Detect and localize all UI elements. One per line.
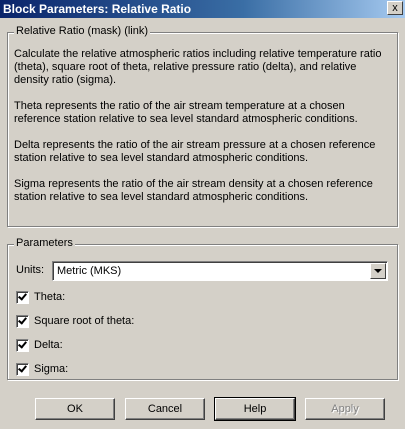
description-paragraph: Sigma represents the ratio of the air st… [14, 178, 373, 203]
description-text: Calculate the relative atmospheric ratio… [14, 48, 390, 217]
sigma-checkbox[interactable] [16, 363, 29, 376]
units-select[interactable]: Metric (MKS) [52, 261, 388, 281]
description-paragraph: Theta represents the ratio of the air st… [14, 100, 358, 125]
apply-button[interactable]: Apply [305, 398, 385, 420]
chevron-down-icon[interactable] [370, 263, 386, 279]
units-label: Units: [16, 264, 45, 276]
window-title: Block Parameters: Relative Ratio [3, 2, 192, 16]
theta-checkbox-label: Theta: [34, 291, 66, 303]
sigma-checkbox-label: Sigma: [34, 363, 69, 375]
help-button[interactable]: Help [214, 397, 296, 421]
sqrt-theta-checkbox-label: Square root of theta: [34, 315, 135, 327]
close-icon[interactable]: x [387, 1, 403, 15]
description-paragraph: Delta represents the ratio of the air st… [14, 139, 376, 164]
delta-checkbox[interactable] [16, 339, 29, 352]
description-group: Relative Ratio (mask) (link) Calculate t… [7, 25, 398, 227]
theta-checkbox[interactable] [16, 291, 29, 304]
cancel-button[interactable]: Cancel [125, 398, 205, 420]
sqrt-theta-checkbox[interactable] [16, 315, 29, 328]
parameters-group: Parameters Units: Metric (MKS) Theta: Sq… [7, 237, 398, 380]
units-select-value: Metric (MKS) [57, 265, 122, 277]
title-bar[interactable]: Block Parameters: Relative Ratio x [0, 0, 405, 18]
delta-checkbox-label: Delta: [34, 339, 63, 351]
description-paragraph: Calculate the relative atmospheric ratio… [14, 48, 382, 86]
description-group-label: Relative Ratio (mask) (link) [14, 25, 151, 37]
ok-button[interactable]: OK [35, 398, 115, 420]
units-row: Units: Metric (MKS) [16, 261, 388, 281]
parameters-group-label: Parameters [14, 237, 75, 249]
